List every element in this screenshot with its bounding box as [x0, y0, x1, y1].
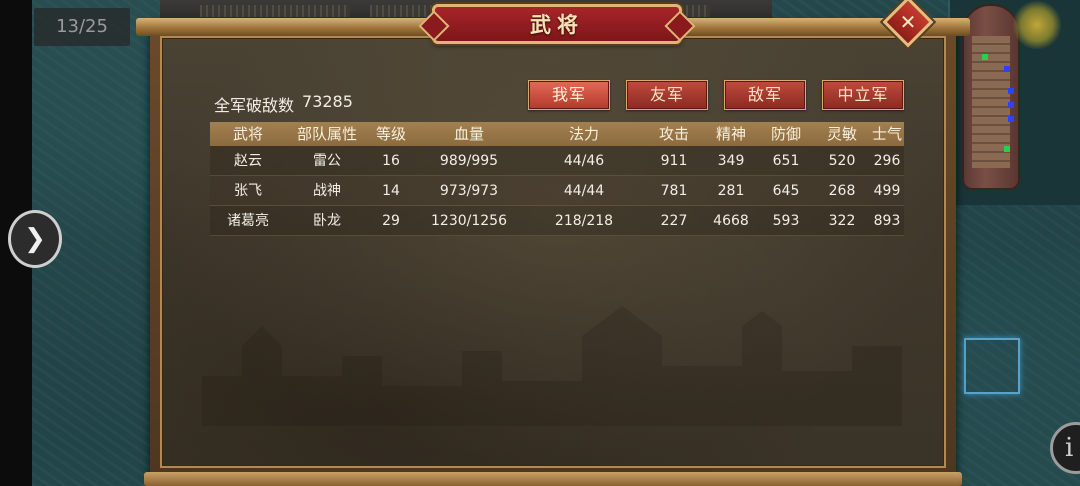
table-row[interactable]: 赵云 雷公 16 989/995 44/46 911 349 651 520 2… — [210, 146, 904, 176]
unit-marker — [982, 54, 988, 60]
cell-spirit: 281 — [717, 183, 745, 199]
cell-hp: 1230/1256 — [431, 213, 507, 229]
cell-agility: 268 — [828, 183, 856, 199]
selection-frame[interactable] — [964, 338, 1020, 394]
unit-marker — [1004, 146, 1010, 152]
cell-general: 赵云 — [234, 153, 262, 169]
cell-attack: 911 — [660, 153, 688, 169]
cell-general: 张飞 — [234, 183, 262, 199]
dock-decoration — [200, 5, 350, 17]
generals-table: 武将 部队属性 等级 血量 法力 攻击 精神 防御 灵敏 士气 赵云 雷公 16… — [210, 122, 904, 236]
header-attack: 攻击 — [658, 125, 689, 143]
city-silhouette-watermark — [202, 306, 902, 426]
header-hp: 血量 — [453, 125, 484, 143]
cell-hp: 989/995 — [439, 153, 499, 169]
dialog-panel: 全军破敌数 73285 我军 友军 敌军 中立军 武将 部队属性 等级 血量 法… — [160, 36, 946, 468]
cell-attack: 781 — [660, 183, 688, 199]
tab-enemy-army[interactable]: 敌军 — [724, 80, 806, 110]
header-troop-type: 部队属性 — [296, 125, 357, 143]
total-kills-label: 全军破敌数 — [214, 96, 295, 115]
cell-mp: 44/46 — [563, 153, 605, 169]
cell-morale: 296 — [873, 153, 901, 169]
header-defense: 防御 — [770, 125, 801, 143]
cell-level: 14 — [382, 183, 400, 199]
tab-neutral-army[interactable]: 中立军 — [822, 80, 904, 110]
side-menu-button[interactable]: ❯ — [8, 210, 62, 268]
cell-level: 29 — [382, 213, 400, 229]
unit-marker — [1008, 116, 1014, 122]
sun-icon — [1012, 0, 1062, 50]
cell-attack: 227 — [660, 213, 688, 229]
cell-agility: 322 — [828, 213, 856, 229]
faction-filter-tabs: 我军 友军 敌军 中立军 — [528, 80, 904, 110]
header-spirit: 精神 — [715, 125, 746, 143]
menu-toggle-icon: ❯ — [24, 224, 46, 254]
tab-my-army[interactable]: 我军 — [528, 80, 610, 110]
cell-mp: 218/218 — [554, 213, 614, 229]
cell-troop-type: 战神 — [313, 183, 341, 199]
dialog-title: 武将 — [530, 12, 584, 37]
ship-icon — [962, 4, 1020, 190]
cell-defense: 593 — [772, 213, 800, 229]
header-agility: 灵敏 — [826, 125, 857, 143]
cell-morale: 499 — [873, 183, 901, 199]
turn-counter: 13/25 — [34, 8, 130, 46]
close-x-icon: ✕ — [899, 10, 917, 34]
cell-spirit: 349 — [717, 153, 745, 169]
generals-dialog: 全军破敌数 73285 我军 友军 敌军 中立军 武将 部队属性 等级 血量 法… — [136, 0, 970, 486]
cell-mp: 44/44 — [563, 183, 605, 199]
dialog-bottom-frame — [144, 472, 962, 486]
total-kills: 全军破敌数 73285 — [214, 92, 353, 116]
cell-agility: 520 — [828, 153, 856, 169]
cell-troop-type: 雷公 — [313, 153, 341, 169]
unit-marker — [1008, 102, 1014, 108]
cell-spirit: 4668 — [713, 213, 749, 229]
tab-allied-army[interactable]: 友军 — [626, 80, 708, 110]
table-row[interactable]: 诸葛亮 卧龙 29 1230/1256 218/218 227 4668 593… — [210, 206, 904, 236]
cell-defense: 651 — [772, 153, 800, 169]
cell-hp: 973/973 — [439, 183, 499, 199]
header-level: 等级 — [375, 125, 406, 143]
total-kills-value: 73285 — [302, 92, 353, 111]
header-mp: 法力 — [568, 125, 599, 143]
cell-morale: 893 — [873, 213, 901, 229]
cell-general: 诸葛亮 — [227, 213, 269, 229]
cell-troop-type: 卧龙 — [313, 213, 341, 229]
dialog-title-plaque: 武将 — [432, 4, 682, 44]
info-icon: i — [1065, 433, 1074, 463]
table-row[interactable]: 张飞 战神 14 973/973 44/44 781 281 645 268 4… — [210, 176, 904, 206]
header-morale: 士气 — [871, 125, 902, 143]
table-body: 赵云 雷公 16 989/995 44/46 911 349 651 520 2… — [210, 146, 904, 236]
header-general: 武将 — [232, 125, 263, 143]
unit-marker — [1008, 88, 1014, 94]
table-header: 武将 部队属性 等级 血量 法力 攻击 精神 防御 灵敏 士气 — [210, 122, 904, 146]
cell-defense: 645 — [772, 183, 800, 199]
cell-level: 16 — [382, 153, 400, 169]
unit-marker — [1004, 66, 1010, 72]
